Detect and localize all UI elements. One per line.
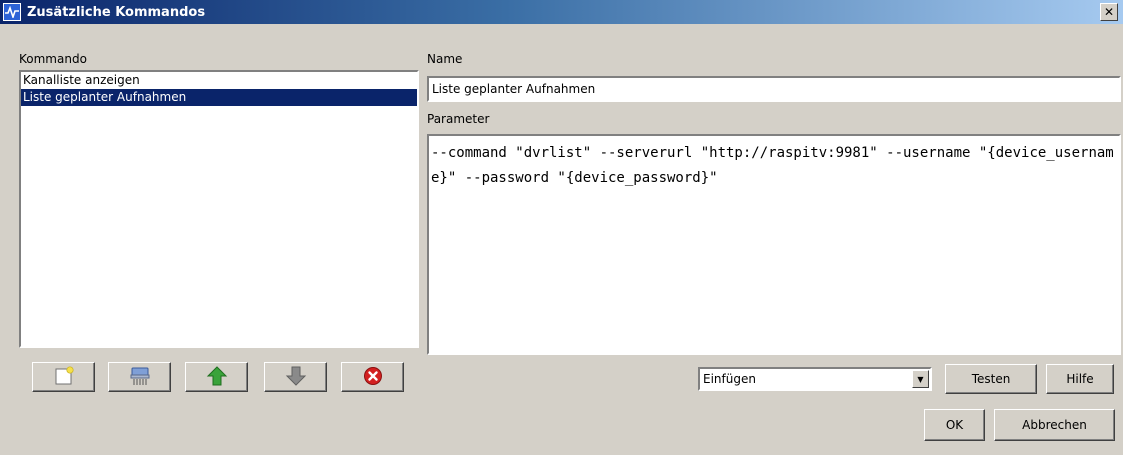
name-input[interactable]: Liste geplanter Aufnahmen [427, 76, 1121, 102]
help-button[interactable]: Hilfe [1046, 364, 1114, 394]
arrow-up-icon [206, 365, 228, 390]
parameter-label: Parameter [427, 112, 490, 126]
list-item-kanalliste[interactable]: Kanalliste anzeigen [21, 72, 417, 89]
move-up-button[interactable] [185, 362, 248, 392]
list-item-geplante-aufnahmen[interactable]: Liste geplanter Aufnahmen [21, 89, 417, 106]
arrow-down-icon [285, 365, 307, 390]
title-bar[interactable]: Zusätzliche Kommandos ✕ [0, 0, 1123, 24]
new-document-icon [53, 365, 75, 390]
move-down-button[interactable] [264, 362, 327, 392]
delete-command-button[interactable] [341, 362, 404, 392]
shredder-icon [129, 365, 151, 390]
combobox-dropdown-button[interactable]: ▼ [912, 370, 929, 388]
new-command-button[interactable] [32, 362, 95, 392]
pulse-icon [3, 3, 21, 21]
parameter-textarea[interactable]: --command "dvrlist" --serverurl "http://… [427, 134, 1121, 355]
command-list-label: Kommando [19, 52, 87, 66]
test-button[interactable]: Testen [945, 364, 1037, 394]
ok-button[interactable]: OK [924, 409, 985, 441]
cancel-button[interactable]: Abbrechen [994, 409, 1115, 441]
shred-command-button[interactable] [108, 362, 171, 392]
name-label: Name [427, 52, 463, 66]
close-icon: ✕ [1103, 5, 1115, 19]
chevron-down-icon: ▼ [917, 374, 924, 384]
close-button[interactable]: ✕ [1100, 3, 1118, 21]
command-list[interactable]: Kanalliste anzeigen Liste geplanter Aufn… [19, 70, 419, 348]
dialog-window: Zusätzliche Kommandos ✕ Kommando Kanalli… [0, 0, 1123, 455]
insert-combobox-value: Einfügen [703, 372, 756, 386]
delete-icon [362, 365, 384, 390]
insert-combobox[interactable]: Einfügen ▼ [698, 367, 932, 391]
window-title: Zusätzliche Kommandos [27, 4, 206, 20]
